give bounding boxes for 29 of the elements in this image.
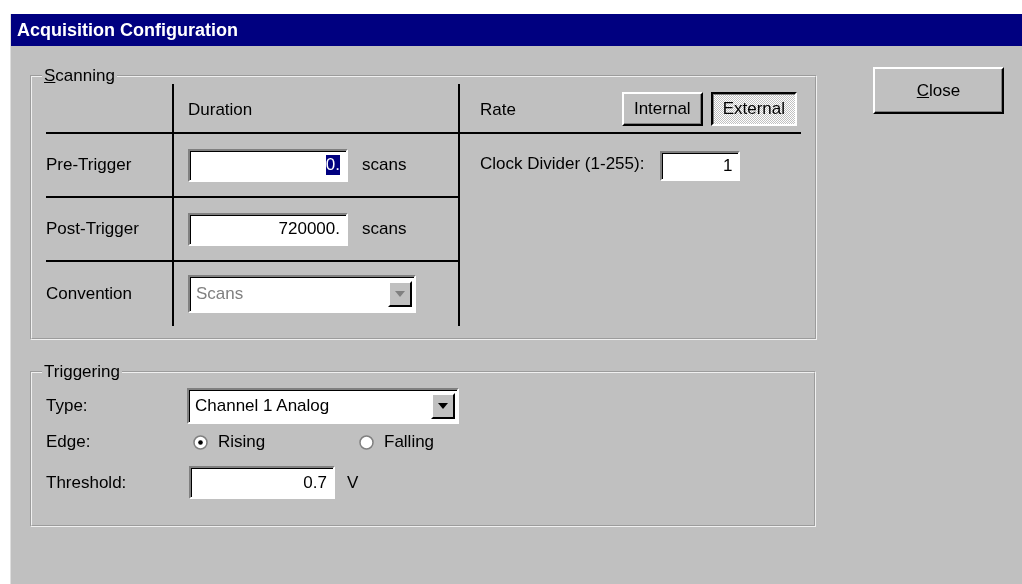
field-label: Edge: xyxy=(46,432,92,452)
dropdown-arrow-icon xyxy=(438,403,448,409)
dropdown[interactable]: Channel 1 Analog xyxy=(187,388,459,424)
column-header: Duration xyxy=(188,100,253,120)
dropdown-arrow-icon xyxy=(395,291,405,297)
input-field[interactable]: 1 xyxy=(660,151,741,181)
input-field[interactable]: 720000. xyxy=(188,212,348,246)
field-label: Threshold: xyxy=(46,472,128,493)
group-title: Triggering xyxy=(43,362,121,382)
close-button[interactable]: Close xyxy=(873,67,1004,114)
row-label: Pre-Trigger xyxy=(46,155,132,175)
unit-label: scans xyxy=(362,155,407,175)
group-title: Scanning xyxy=(43,66,116,86)
field-label: Clock Divider (1-255): xyxy=(480,154,645,174)
radio-option[interactable]: Falling xyxy=(359,432,519,452)
window-title: Acquisition Configuration xyxy=(17,19,238,41)
radio-button[interactable] xyxy=(193,434,208,450)
input-field[interactable]: 0.7 xyxy=(189,466,335,499)
field-label: Type: xyxy=(46,396,89,416)
input-field[interactable]: 0. xyxy=(188,148,348,182)
radio-option[interactable]: Rising xyxy=(193,432,353,452)
unit-label: V xyxy=(347,472,359,493)
radio-button[interactable] xyxy=(359,434,374,450)
toggle-button[interactable]: External xyxy=(710,92,797,126)
column-header: Rate xyxy=(480,100,516,121)
unit-label: scans xyxy=(362,219,407,239)
row-label: Post-Trigger xyxy=(46,219,139,239)
row-label: Convention xyxy=(46,284,132,304)
toggle-button[interactable]: Internal xyxy=(621,92,703,126)
